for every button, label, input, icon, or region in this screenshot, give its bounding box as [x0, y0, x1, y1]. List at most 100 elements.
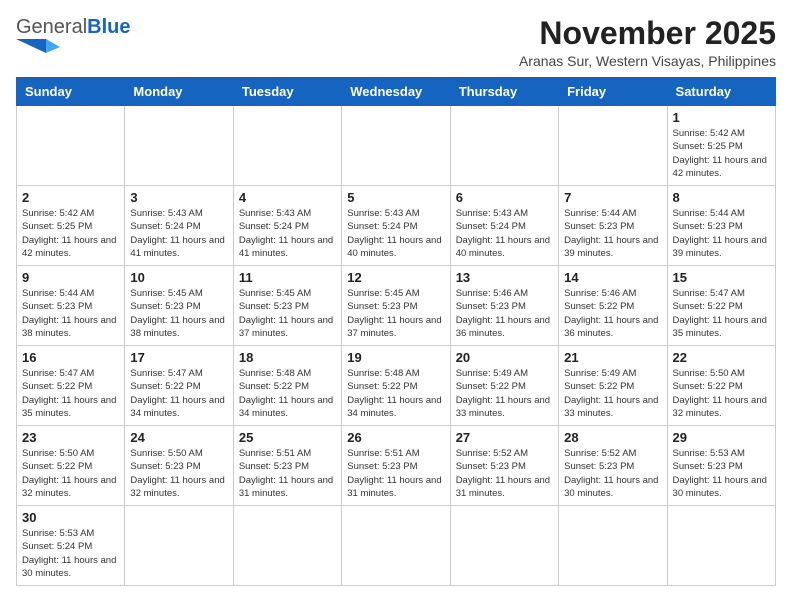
calendar-day-cell [559, 506, 667, 586]
calendar-table: SundayMondayTuesdayWednesdayThursdayFrid… [16, 77, 776, 586]
day-number: 24 [130, 430, 227, 445]
day-info: Sunrise: 5:50 AMSunset: 5:23 PMDaylight:… [130, 447, 227, 500]
calendar-day-cell: 5 Sunrise: 5:43 AMSunset: 5:24 PMDaylight… [342, 186, 450, 266]
month-year-title: November 2025 [519, 16, 776, 51]
calendar-day-cell: 12 Sunrise: 5:45 AMSunset: 5:23 PMDayligh… [342, 266, 450, 346]
weekday-header: Sunday [17, 78, 125, 106]
logo: General Blue [16, 16, 131, 57]
calendar-day-cell [342, 106, 450, 186]
day-number: 3 [130, 190, 227, 205]
day-info: Sunrise: 5:44 AMSunset: 5:23 PMDaylight:… [564, 207, 661, 260]
day-number: 12 [347, 270, 444, 285]
logo-blue-text: Blue [87, 16, 130, 39]
day-info: Sunrise: 5:45 AMSunset: 5:23 PMDaylight:… [347, 287, 444, 340]
day-number: 18 [239, 350, 336, 365]
day-number: 28 [564, 430, 661, 445]
day-number: 30 [22, 510, 119, 525]
day-number: 26 [347, 430, 444, 445]
weekday-header: Thursday [450, 78, 558, 106]
day-number: 6 [456, 190, 553, 205]
day-info: Sunrise: 5:48 AMSunset: 5:22 PMDaylight:… [239, 367, 336, 420]
day-info: Sunrise: 5:52 AMSunset: 5:23 PMDaylight:… [564, 447, 661, 500]
day-info: Sunrise: 5:42 AMSunset: 5:25 PMDaylight:… [22, 207, 119, 260]
calendar-day-cell: 15 Sunrise: 5:47 AMSunset: 5:22 PMDayligh… [667, 266, 775, 346]
weekday-header: Monday [125, 78, 233, 106]
calendar-day-cell: 3 Sunrise: 5:43 AMSunset: 5:24 PMDaylight… [125, 186, 233, 266]
day-info: Sunrise: 5:50 AMSunset: 5:22 PMDaylight:… [673, 367, 770, 420]
day-number: 20 [456, 350, 553, 365]
day-number: 19 [347, 350, 444, 365]
day-info: Sunrise: 5:44 AMSunset: 5:23 PMDaylight:… [673, 207, 770, 260]
weekday-header: Friday [559, 78, 667, 106]
day-number: 17 [130, 350, 227, 365]
calendar-day-cell: 28 Sunrise: 5:52 AMSunset: 5:23 PMDayligh… [559, 426, 667, 506]
day-number: 13 [456, 270, 553, 285]
day-info: Sunrise: 5:52 AMSunset: 5:23 PMDaylight:… [456, 447, 553, 500]
day-info: Sunrise: 5:45 AMSunset: 5:23 PMDaylight:… [239, 287, 336, 340]
calendar-day-cell: 4Sunrise: 5:43 AMSunset: 5:24 PMDaylight… [233, 186, 341, 266]
calendar-day-cell: 22Sunrise: 5:50 AMSunset: 5:22 PMDayligh… [667, 346, 775, 426]
calendar-day-cell: 10 Sunrise: 5:45 AMSunset: 5:23 PMDayligh… [125, 266, 233, 346]
calendar-day-cell: 17 Sunrise: 5:47 AMSunset: 5:22 PMDayligh… [125, 346, 233, 426]
calendar-day-cell: 29Sunrise: 5:53 AMSunset: 5:23 PMDayligh… [667, 426, 775, 506]
calendar-week-row: 2 Sunrise: 5:42 AMSunset: 5:25 PMDaylight… [17, 186, 776, 266]
day-info: Sunrise: 5:45 AMSunset: 5:23 PMDaylight:… [130, 287, 227, 340]
calendar-week-row: 9 Sunrise: 5:44 AMSunset: 5:23 PMDaylight… [17, 266, 776, 346]
calendar-day-cell [17, 106, 125, 186]
day-number: 9 [22, 270, 119, 285]
day-number: 25 [239, 430, 336, 445]
logo-icon [16, 39, 60, 57]
day-info: Sunrise: 5:47 AMSunset: 5:22 PMDaylight:… [673, 287, 770, 340]
day-number: 27 [456, 430, 553, 445]
day-info: Sunrise: 5:43 AMSunset: 5:24 PMDaylight:… [130, 207, 227, 260]
day-number: 7 [564, 190, 661, 205]
day-number: 16 [22, 350, 119, 365]
day-number: 1 [673, 110, 770, 125]
calendar-week-row: 23Sunrise: 5:50 AMSunset: 5:22 PMDayligh… [17, 426, 776, 506]
calendar-day-cell: 25Sunrise: 5:51 AMSunset: 5:23 PMDayligh… [233, 426, 341, 506]
calendar-day-cell [559, 106, 667, 186]
calendar-day-cell: 9 Sunrise: 5:44 AMSunset: 5:23 PMDaylight… [17, 266, 125, 346]
calendar-day-cell: 21Sunrise: 5:49 AMSunset: 5:22 PMDayligh… [559, 346, 667, 426]
calendar-day-cell: 27 Sunrise: 5:52 AMSunset: 5:23 PMDayligh… [450, 426, 558, 506]
day-info: Sunrise: 5:49 AMSunset: 5:22 PMDaylight:… [564, 367, 661, 420]
day-number: 14 [564, 270, 661, 285]
calendar-day-cell: 2 Sunrise: 5:42 AMSunset: 5:25 PMDaylight… [17, 186, 125, 266]
day-info: Sunrise: 5:44 AMSunset: 5:23 PMDaylight:… [22, 287, 119, 340]
calendar-day-cell: 19 Sunrise: 5:48 AMSunset: 5:22 PMDayligh… [342, 346, 450, 426]
day-number: 5 [347, 190, 444, 205]
day-number: 15 [673, 270, 770, 285]
calendar-day-cell [667, 506, 775, 586]
calendar-week-row: 30 Sunrise: 5:53 AMSunset: 5:24 PMDayligh… [17, 506, 776, 586]
day-info: Sunrise: 5:51 AMSunset: 5:23 PMDaylight:… [347, 447, 444, 500]
calendar-day-cell [233, 506, 341, 586]
day-info: Sunrise: 5:46 AMSunset: 5:23 PMDaylight:… [456, 287, 553, 340]
weekday-header: Wednesday [342, 78, 450, 106]
title-block: November 2025 Aranas Sur, Western Visaya… [519, 16, 776, 69]
day-info: Sunrise: 5:49 AMSunset: 5:22 PMDaylight:… [456, 367, 553, 420]
calendar-day-cell [125, 506, 233, 586]
day-info: Sunrise: 5:42 AMSunset: 5:25 PMDaylight:… [673, 127, 770, 180]
day-info: Sunrise: 5:48 AMSunset: 5:22 PMDaylight:… [347, 367, 444, 420]
day-info: Sunrise: 5:47 AMSunset: 5:22 PMDaylight:… [130, 367, 227, 420]
day-info: Sunrise: 5:43 AMSunset: 5:24 PMDaylight:… [456, 207, 553, 260]
page-header: General Blue November 2025 Aranas Sur, W… [16, 16, 776, 69]
calendar-day-cell [450, 106, 558, 186]
day-number: 10 [130, 270, 227, 285]
day-info: Sunrise: 5:47 AMSunset: 5:22 PMDaylight:… [22, 367, 119, 420]
calendar-day-cell: 18 Sunrise: 5:48 AMSunset: 5:22 PMDayligh… [233, 346, 341, 426]
day-info: Sunrise: 5:43 AMSunset: 5:24 PMDaylight:… [347, 207, 444, 260]
calendar-day-cell: 6 Sunrise: 5:43 AMSunset: 5:24 PMDaylight… [450, 186, 558, 266]
calendar-day-cell [125, 106, 233, 186]
calendar-day-cell [342, 506, 450, 586]
calendar-day-cell: 30 Sunrise: 5:53 AMSunset: 5:24 PMDayligh… [17, 506, 125, 586]
day-info: Sunrise: 5:53 AMSunset: 5:24 PMDaylight:… [22, 527, 119, 580]
calendar-day-cell: 20 Sunrise: 5:49 AMSunset: 5:22 PMDayligh… [450, 346, 558, 426]
logo-general-text: General [16, 16, 87, 39]
day-number: 8 [673, 190, 770, 205]
weekday-header-row: SundayMondayTuesdayWednesdayThursdayFrid… [17, 78, 776, 106]
day-info: Sunrise: 5:43 AMSunset: 5:24 PMDaylight:… [239, 207, 336, 260]
calendar-day-cell [450, 506, 558, 586]
day-number: 2 [22, 190, 119, 205]
calendar-day-cell: 8 Sunrise: 5:44 AMSunset: 5:23 PMDaylight… [667, 186, 775, 266]
